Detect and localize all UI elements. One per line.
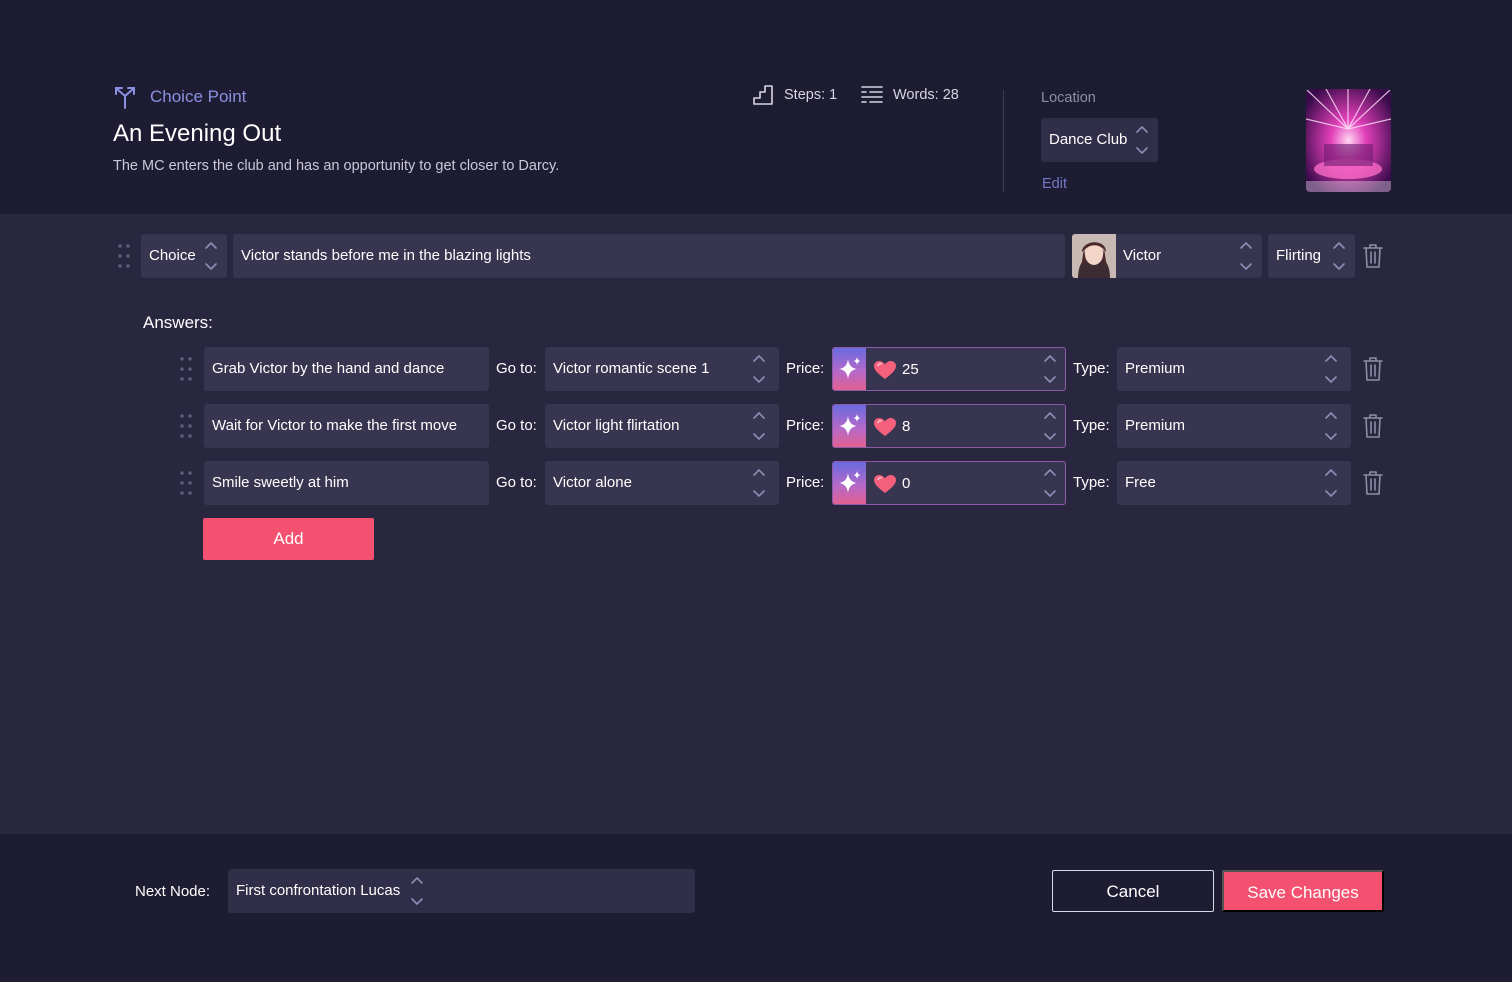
character-avatar (1072, 234, 1116, 278)
location-value: Dance Club (1049, 131, 1128, 148)
goto-value: Victor alone (553, 474, 632, 491)
location-label: Location (1041, 90, 1096, 106)
answer-type-value: Free (1125, 474, 1156, 491)
heart-icon (874, 361, 896, 379)
premium-sparkle (833, 405, 866, 447)
sparkle-icon (839, 414, 861, 436)
drag-handle-icon[interactable] (179, 413, 193, 439)
drag-handle-icon[interactable] (179, 470, 193, 496)
price-label: Price: (786, 360, 825, 377)
price-input[interactable]: 25 (832, 347, 1066, 391)
goto-select[interactable]: Victor light flirtation (545, 404, 779, 448)
answer-type-select[interactable]: Premium (1117, 347, 1351, 391)
answer-type-value: Premium (1125, 417, 1186, 434)
add-answer-button[interactable]: Add (203, 518, 374, 560)
chevron-updown-icon (205, 241, 217, 271)
chevron-updown-icon (753, 354, 765, 384)
answer-text-input[interactable]: Grab Victor by the hand and dance (204, 347, 489, 391)
steps-count: Steps: 1 (784, 87, 838, 103)
footer-bar: Next Node: First confrontation Lucas Can… (0, 834, 1512, 982)
answer-text-value: Smile sweetly at him (212, 474, 349, 491)
save-changes-button[interactable]: Save Changes (1222, 870, 1384, 912)
delete-answer-icon[interactable] (1362, 356, 1384, 382)
drag-handle-icon[interactable] (179, 356, 193, 382)
chevron-updown-icon (753, 468, 765, 498)
location-thumbnail (1306, 89, 1391, 192)
price-input[interactable]: 0 (832, 461, 1066, 505)
sparkle-icon (839, 357, 861, 379)
next-node-value: First confrontation Lucas (236, 882, 401, 899)
heart-icon (874, 475, 896, 493)
node-header: Choice Point An Evening Out The MC enter… (0, 0, 1512, 214)
chevron-updown-icon (1325, 411, 1337, 441)
premium-sparkle (833, 348, 866, 390)
answer-type-select[interactable]: Premium (1117, 404, 1351, 448)
location-select[interactable]: Dance Club (1041, 118, 1158, 162)
premium-sparkle (833, 462, 866, 504)
answer-text-value: Wait for Victor to make the first move (212, 417, 458, 434)
node-text-input[interactable]: Victor stands before me in the blazing l… (233, 234, 1065, 278)
type-label: Type: (1073, 417, 1110, 434)
page-title: An Evening Out (113, 120, 282, 147)
answer-text-value: Grab Victor by the hand and dance (212, 360, 445, 377)
chevron-updown-icon (411, 876, 423, 906)
price-label: Price: (786, 474, 825, 491)
answer-text-input[interactable]: Smile sweetly at him (204, 461, 489, 505)
choice-point-icon (115, 87, 135, 109)
character-select[interactable]: Victor (1072, 234, 1262, 278)
steps-stat: Steps: 1 (752, 84, 837, 106)
answers-heading: Answers: (143, 313, 213, 332)
words-stat: Words: 28 (861, 84, 959, 106)
chevron-updown-icon (753, 411, 765, 441)
node-type-value: Choice (149, 247, 196, 264)
chevron-updown-icon (1044, 468, 1056, 498)
page-description: The MC enters the club and has an opport… (113, 158, 560, 174)
price-label: Price: (786, 417, 825, 434)
emotion-value: Flirting (1276, 247, 1322, 264)
drag-handle-icon[interactable] (117, 243, 131, 269)
next-node-label: Next Node: (135, 883, 211, 900)
goto-select[interactable]: Victor romantic scene 1 (545, 347, 779, 391)
choice-point-label: Choice Point (150, 87, 247, 106)
chevron-updown-icon (1333, 241, 1345, 271)
heart-icon (874, 418, 896, 436)
cancel-button[interactable]: Cancel (1052, 870, 1214, 912)
words-count: Words: 28 (893, 87, 959, 103)
edit-location-link[interactable]: Edit (1042, 176, 1067, 192)
next-node-select[interactable]: First confrontation Lucas (228, 869, 695, 913)
chevron-updown-icon (1325, 468, 1337, 498)
price-value: 8 (902, 418, 911, 435)
chevron-updown-icon (1044, 354, 1056, 384)
emotion-select[interactable]: Flirting (1268, 234, 1355, 278)
node-text-value: Victor stands before me in the blazing l… (241, 247, 531, 264)
answer-type-value: Premium (1125, 360, 1186, 377)
answer-type-select[interactable]: Free (1117, 461, 1351, 505)
header-divider (1003, 90, 1004, 192)
goto-value: Victor romantic scene 1 (553, 360, 710, 377)
chevron-updown-icon (1136, 125, 1148, 155)
words-icon (861, 86, 883, 103)
steps-icon (753, 85, 773, 105)
type-label: Type: (1073, 474, 1110, 491)
price-input[interactable]: 8 (832, 404, 1066, 448)
goto-select[interactable]: Victor alone (545, 461, 779, 505)
delete-answer-icon[interactable] (1362, 413, 1384, 439)
delete-answer-icon[interactable] (1362, 470, 1384, 496)
price-value: 0 (902, 475, 911, 492)
goto-value: Victor light flirtation (553, 417, 680, 434)
goto-label: Go to: (496, 474, 537, 491)
sparkle-icon (839, 471, 861, 493)
answer-text-input[interactable]: Wait for Victor to make the first move (204, 404, 489, 448)
type-label: Type: (1073, 360, 1110, 377)
chevron-updown-icon (1044, 411, 1056, 441)
chevron-updown-icon (1325, 354, 1337, 384)
chevron-updown-icon (1240, 241, 1252, 271)
character-name: Victor (1123, 247, 1162, 264)
delete-node-icon[interactable] (1362, 243, 1384, 269)
node-type-select[interactable]: Choice (141, 234, 227, 278)
price-value: 25 (902, 361, 919, 378)
goto-label: Go to: (496, 417, 537, 434)
goto-label: Go to: (496, 360, 537, 377)
choice-editor: Choice Victor stands before me in the bl… (0, 214, 1512, 834)
